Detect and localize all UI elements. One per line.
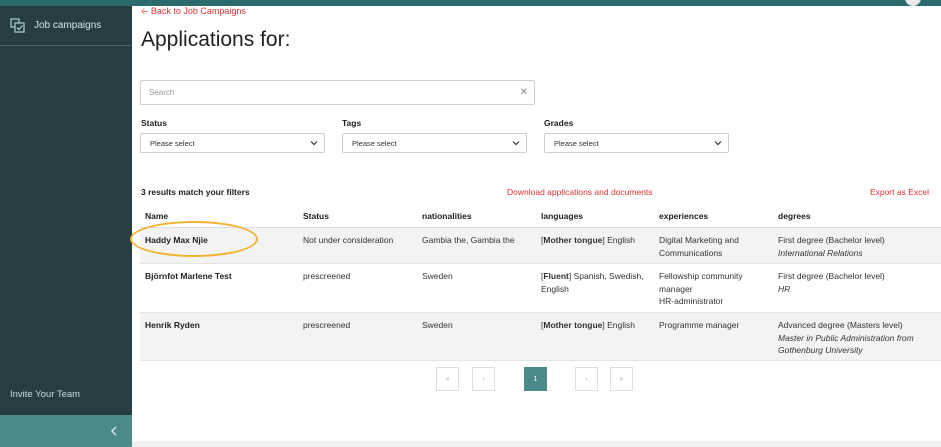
degree-subject: Master in Public Administration from <box>778 332 914 343</box>
back-to-campaigns-link[interactable]: 🡠 Back to Job Campaigns <box>141 4 246 20</box>
language-list-continued: English <box>541 283 569 294</box>
grades-filter-value: Please select <box>554 138 599 148</box>
applicant-nationalities: Sweden <box>422 320 453 330</box>
grades-filter-label: Grades <box>544 118 574 128</box>
column-header-status[interactable]: Status <box>303 211 329 221</box>
chevron-down-icon <box>310 141 318 146</box>
tags-filter-label: Tags <box>342 118 362 128</box>
applicant-languages: [Mother tongue] English <box>541 320 636 330</box>
grades-filter-select[interactable]: Please select <box>544 133 729 153</box>
degree-level: First degree (Bachelor level) <box>778 235 885 245</box>
experience-line: Communications <box>659 247 723 258</box>
applicant-name[interactable]: Haddy Max Njie <box>145 234 208 247</box>
applicant-name[interactable]: Henrik Ryden <box>145 319 200 332</box>
language-level: Mother tongue <box>543 235 603 245</box>
arrow-left-icon: 🡠 <box>141 6 149 16</box>
experience-line: Fellowship community <box>659 271 743 281</box>
applicant-experiences: Fellowship community manager HR-administ… <box>659 270 743 308</box>
applicant-degree: Advanced degree (Masters level) Master i… <box>778 319 914 357</box>
applicant-status: prescreened <box>303 320 351 330</box>
language-level: Fluent <box>543 271 569 281</box>
search-input[interactable] <box>141 81 511 104</box>
column-header-nationalities[interactable]: nationalities <box>422 211 472 221</box>
status-filter-select[interactable]: Please select <box>140 133 325 153</box>
chevron-left-icon <box>110 426 117 436</box>
chevron-down-icon <box>512 141 520 146</box>
invite-team-link[interactable]: Invite Your Team <box>10 389 80 400</box>
tags-filter-select[interactable]: Please select <box>342 133 527 153</box>
results-count: 3 results match your filters <box>141 187 250 197</box>
language-list: English <box>607 320 636 330</box>
experience-line: HR-administrator <box>659 296 724 306</box>
pagination-next[interactable]: › <box>575 367 598 391</box>
column-header-experiences[interactable]: experiences <box>659 211 708 221</box>
sidebar-item-job-campaigns[interactable]: Job campaigns <box>0 6 132 46</box>
applicant-languages: [Mother tongue] English <box>541 235 636 245</box>
pagination-prev[interactable]: ‹ <box>472 367 495 391</box>
applicant-nationalities: Gambia the, Gambia the <box>422 235 515 245</box>
language-level: Mother tongue <box>543 320 603 330</box>
back-link-label: Back to Job Campaigns <box>150 6 246 16</box>
table-row[interactable]: Henrik Ryden prescreened Sweden [Mother … <box>140 313 941 361</box>
applications-table: Name Status nationalities languages expe… <box>140 206 941 361</box>
applicant-experiences: Digital Marketing and Communications <box>659 234 739 259</box>
chevron-down-icon <box>714 141 722 146</box>
sidebar-collapse-button[interactable] <box>0 415 132 447</box>
applicant-status: prescreened <box>303 271 351 281</box>
language-list: English <box>607 235 636 245</box>
degree-subject: International Relations <box>778 247 863 258</box>
degree-subject: HR <box>778 283 791 294</box>
pagination-page-1[interactable]: 1 <box>524 367 547 391</box>
table-header: Name Status nationalities languages expe… <box>140 206 941 228</box>
column-header-degrees[interactable]: degrees <box>778 211 811 221</box>
applicant-experiences: Programme manager <box>659 319 739 332</box>
experience-line: Programme manager <box>659 320 740 330</box>
main-content: 🡠 Back to Job Campaigns Applications for… <box>132 0 941 441</box>
column-header-languages[interactable]: languages <box>541 211 583 221</box>
job-campaigns-icon <box>10 17 26 34</box>
page-title: Applications for: <box>141 28 291 51</box>
applicant-degree: First degree (Bachelor level) Internatio… <box>778 234 885 259</box>
search-box: ✕ <box>140 80 535 105</box>
applicant-status: Not under consideration <box>303 235 394 245</box>
experience-line: manager <box>659 283 693 294</box>
applicant-languages: [Fluent] Spanish, Swedish, English <box>541 271 644 294</box>
applicant-nationalities: Sweden <box>422 271 453 281</box>
sidebar-item-label: Job campaigns <box>34 20 102 31</box>
status-filter-value: Please select <box>150 138 195 148</box>
applicant-degree: First degree (Bachelor level) HR <box>778 270 885 295</box>
bottom-divider <box>132 441 941 447</box>
language-list: Spanish, Swedish, <box>573 271 644 281</box>
tags-filter-value: Please select <box>352 138 397 148</box>
degree-subject-continued: Gothenburg University <box>778 345 863 355</box>
pagination-first[interactable]: « <box>436 367 459 391</box>
status-filter-label: Status <box>141 118 167 128</box>
pagination-last[interactable]: » <box>610 367 633 391</box>
table-row[interactable]: Haddy Max Njie Not under consideration G… <box>140 228 941 264</box>
sidebar: Job campaigns Invite Your Team <box>0 6 132 447</box>
table-row[interactable]: Björnfot Marlene Test prescreened Sweden… <box>140 264 941 313</box>
download-applications-link[interactable]: Download applications and documents <box>507 187 653 197</box>
experience-line: Digital Marketing and <box>659 235 739 245</box>
applicant-name[interactable]: Björnfot Marlene Test <box>145 270 232 283</box>
degree-level: Advanced degree (Masters level) <box>778 320 903 330</box>
column-header-name[interactable]: Name <box>145 211 168 221</box>
export-excel-link[interactable]: Export as Excel <box>870 187 929 197</box>
degree-level: First degree (Bachelor level) <box>778 271 885 281</box>
close-icon[interactable]: ✕ <box>520 87 528 98</box>
